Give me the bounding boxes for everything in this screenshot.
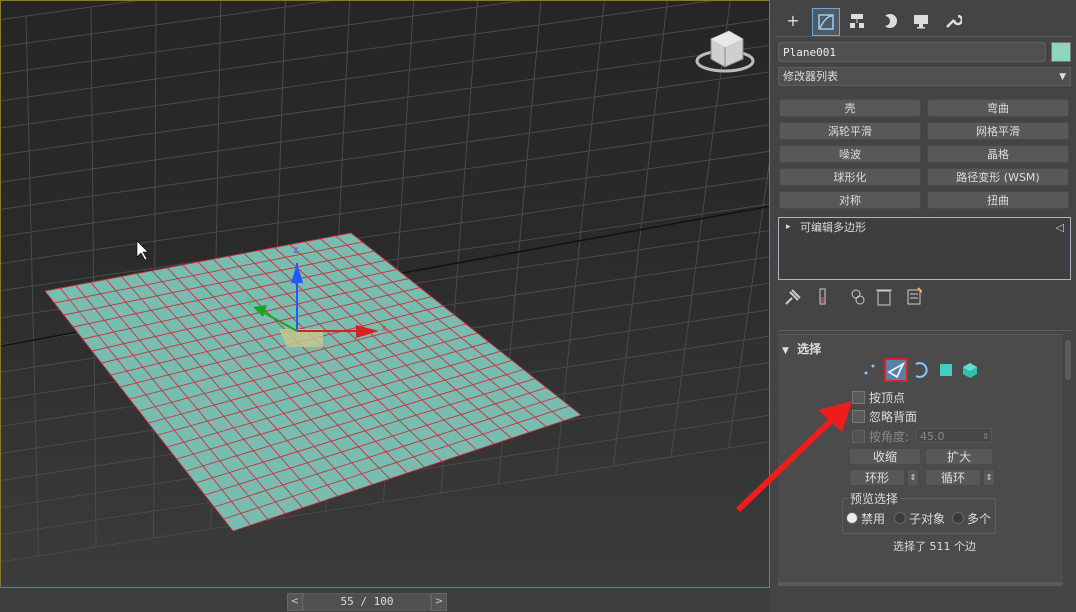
make-unique-icon[interactable] [851,289,865,305]
border-level-icon[interactable] [910,360,930,380]
preview-selection-title: 预览选择 [848,490,901,507]
viewcube-icon[interactable] [695,30,755,73]
grid-line [728,162,769,449]
element-level-icon[interactable] [960,360,980,380]
selection-title: 选择 [797,342,822,356]
ignore-backfacing-label: 忽略背面 [869,410,918,424]
preview-disabled-radio[interactable] [846,512,858,524]
grid-line [1,1,713,102]
time-slider-bar[interactable]: < 55 / 100 > [0,588,770,612]
hierarchy-tab-icon[interactable] [844,8,870,34]
ring-spinner-icon[interactable]: ⇕ [907,469,919,486]
grid-line [153,1,157,539]
modifier-stack[interactable]: ▸ 可编辑多边形 ◁ [778,217,1071,280]
collapse-arrow-icon: ▼ [782,346,789,356]
modifier-button-shell[interactable]: 壳 [779,99,921,117]
command-panel-tabs: + [776,6,1072,37]
grid-line [1,1,524,75]
pin-stack-icon[interactable] [785,289,801,305]
display-tab-icon[interactable] [908,8,934,34]
ring-button[interactable]: 环形 [849,469,905,486]
selection-rollout-header[interactable]: ▼ 选择 [782,340,821,357]
object-name-field[interactable]: Plane001 [778,42,1046,62]
utilities-tab-icon[interactable] [940,8,966,34]
by-vertex-label: 按顶点 [869,391,906,405]
stack-item-editable-poly[interactable]: ▸ 可编辑多边形 ◁ [779,219,1070,236]
create-tab-icon[interactable]: + [780,8,806,34]
by-angle-label: 按角度: [869,430,910,444]
loop-spinner-icon[interactable]: ⇕ [983,469,995,486]
stack-item-label: 可编辑多边形 [800,221,866,234]
mouse-cursor-icon [136,240,149,261]
loop-button[interactable]: 循环 [925,469,981,486]
gizmo-z-label: z [293,245,298,256]
edge-level-icon[interactable] [884,358,908,382]
modify-tab-icon[interactable] [812,8,840,36]
angle-value: 45.0 [920,430,945,443]
show-end-result-icon[interactable] [819,288,826,305]
modifier-button-noise[interactable]: 噪波 [779,145,921,163]
modifier-list-label: 修改器列表 [783,70,838,83]
modifier-button-twist[interactable]: 扭曲 [927,191,1069,209]
preview-subobject-label: 子对象 [909,512,946,526]
vertex-level-icon[interactable] [860,360,880,380]
chevron-down-icon: ▼ [1059,72,1066,82]
grid-line [1,1,332,48]
angle-spinner[interactable]: 45.0 ⇕ [916,428,992,443]
lightbulb-toggle-icon[interactable]: ◁ [1056,219,1064,236]
panel-divider [778,330,1071,331]
grid-line [1,71,769,183]
modifier-button-bend[interactable]: 弯曲 [927,99,1069,117]
modifier-button-lattice[interactable]: 晶格 [927,145,1069,163]
plane-object [44,232,582,532]
frame-indicator[interactable]: 55 / 100 [303,593,431,611]
stack-toolbar [782,286,923,308]
next-frame-button[interactable]: > [431,593,447,611]
plane-surface [45,233,581,531]
ignore-backfacing-checkbox[interactable] [852,410,865,423]
motion-tab-icon[interactable] [876,8,902,34]
gizmo-x-label: x [381,323,387,334]
viewport-scene: z x y [1,1,769,563]
modifier-button-pathdeform[interactable]: 路径变形 (WSM) [927,168,1069,186]
modifier-button-turbosmooth[interactable]: 涡轮平滑 [779,122,921,140]
selection-status: 选择了 511 个边 [893,540,976,553]
object-color-swatch[interactable] [1051,42,1071,62]
modifier-button-spherify[interactable]: 球形化 [779,168,921,186]
modifier-button-symmetry[interactable]: 对称 [779,191,921,209]
configure-modifier-sets-icon[interactable] [907,287,923,305]
panel-scrollbar[interactable] [1065,340,1071,380]
expand-arrow-icon[interactable]: ▸ [786,219,791,236]
by-vertex-checkbox[interactable] [852,391,865,404]
grow-button[interactable]: 扩大 [925,448,993,465]
rollout-bottom-bar [778,582,1063,586]
grid-line [1,124,769,237]
spinner-arrows-icon[interactable]: ⇕ [982,429,989,444]
perspective-viewport[interactable]: z x y [0,0,770,588]
polygon-level-icon[interactable] [936,360,956,380]
grid-line [1,97,769,210]
by-angle-checkbox[interactable] [852,430,865,443]
prev-frame-button[interactable]: < [287,593,303,611]
shrink-button[interactable]: 收缩 [849,448,921,465]
preview-disabled-label: 禁用 [861,512,886,526]
preview-multi-label: 多个 [967,512,992,526]
preview-subobject-radio[interactable] [894,512,906,524]
remove-modifier-icon[interactable] [876,289,892,306]
modifier-list-dropdown[interactable]: 修改器列表 ▼ [778,67,1071,86]
preview-multi-radio[interactable] [952,512,964,524]
gizmo-y-label: y [247,295,253,306]
grid-line [1,45,769,156]
modifier-button-meshsmooth[interactable]: 网格平滑 [927,122,1069,140]
